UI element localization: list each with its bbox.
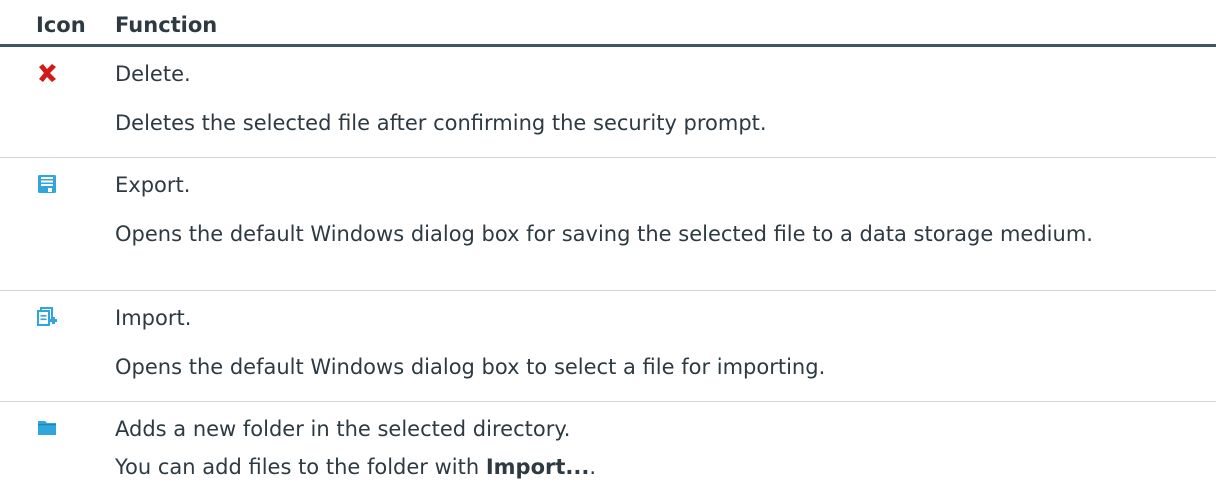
row-description: Opens the default Windows dialog box to …	[115, 355, 826, 379]
table-row: Delete. Deletes the selected file after …	[0, 47, 1216, 158]
header-function-column: Function	[115, 13, 218, 37]
save-icon	[38, 175, 56, 193]
import-icon	[37, 307, 57, 326]
row-description: You can add files to the folder with Imp…	[115, 453, 1205, 482]
row-description: Deletes the selected file after confirmi…	[115, 111, 767, 135]
folder-icon	[38, 421, 56, 435]
table-row: Adds a new folder in the selected direct…	[0, 402, 1216, 486]
row-title: Adds a new folder in the selected direct…	[115, 417, 571, 441]
import-menu-reference: Import...	[485, 455, 590, 479]
desc-prefix: You can add files to the folder with	[115, 455, 486, 479]
row-title: Delete.	[115, 62, 191, 86]
row-title: Export.	[115, 173, 191, 197]
table-row: Import. Opens the default Windows dialog…	[0, 291, 1216, 402]
table-row: Export. Opens the default Windows dialog…	[0, 158, 1216, 291]
delete-icon	[39, 64, 56, 82]
header-icon-column: Icon	[36, 13, 86, 37]
row-title: Import.	[115, 306, 192, 330]
desc-suffix: .	[589, 455, 597, 479]
row-description: Opens the default Windows dialog box for…	[115, 222, 1093, 246]
table-header: Icon Function	[0, 0, 1216, 47]
